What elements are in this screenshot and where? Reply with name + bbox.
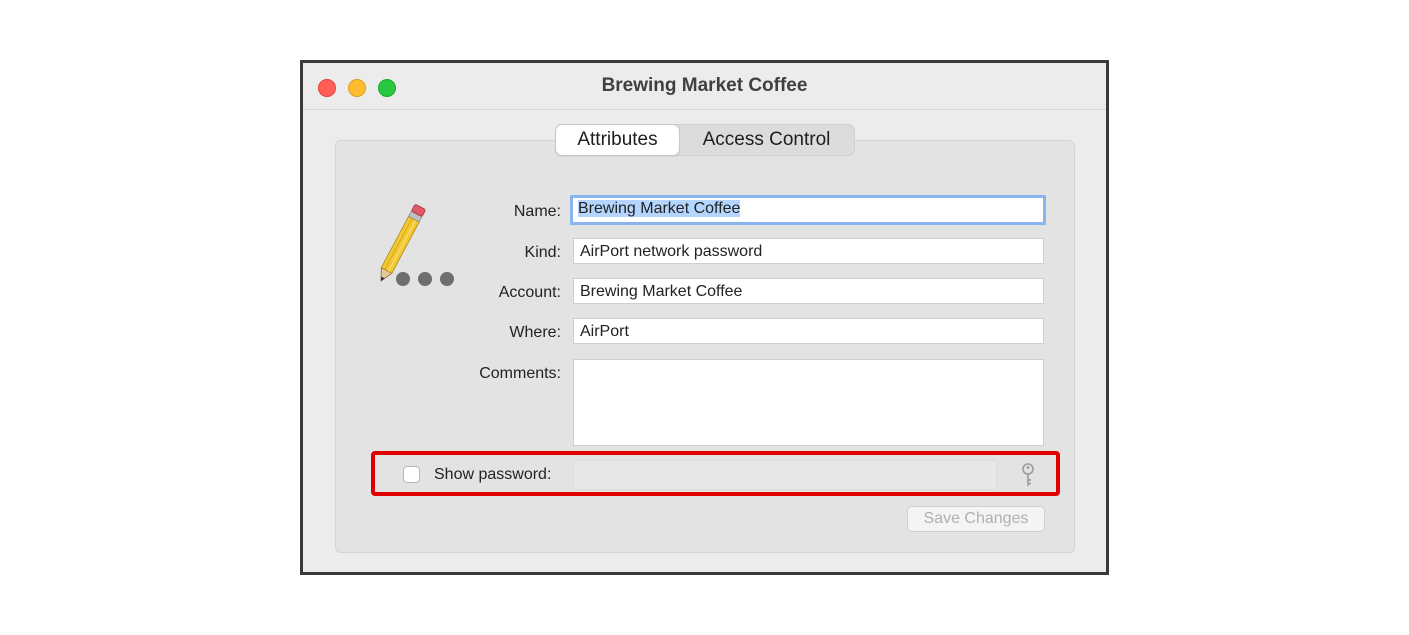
comments-label: Comments: — [479, 365, 561, 382]
save-changes-button[interactable]: Save Changes — [907, 506, 1045, 532]
tab-attributes[interactable]: Attributes — [556, 125, 679, 155]
comments-field[interactable] — [573, 359, 1044, 446]
window-title: Brewing Market Coffee — [601, 75, 808, 96]
pencil-dots-icon — [380, 204, 454, 286]
kind-field[interactable]: AirPort network password — [573, 238, 1044, 264]
show-password-checkbox[interactable] — [403, 466, 420, 483]
password-field[interactable] — [573, 460, 997, 490]
title-bar: Brewing Market Coffee — [303, 63, 1106, 110]
where-label: Where: — [509, 324, 561, 341]
where-field[interactable]: AirPort — [573, 318, 1044, 344]
kind-label: Kind: — [524, 244, 561, 261]
account-field[interactable]: Brewing Market Coffee — [573, 278, 1044, 304]
key-icon[interactable] — [1019, 462, 1037, 488]
name-label: Name: — [513, 203, 561, 220]
tab-access-control[interactable]: Access Control — [679, 125, 854, 155]
name-field[interactable]: Brewing Market Coffee — [570, 195, 1046, 225]
name-value: Brewing Market Coffee — [578, 200, 741, 217]
show-password-label[interactable]: Show password: — [434, 466, 551, 484]
account-label: Account: — [498, 284, 561, 301]
keychain-item-window: Brewing Market Coffee Attributes Access … — [300, 60, 1109, 575]
tab-bar: Attributes Access Control — [555, 124, 855, 156]
